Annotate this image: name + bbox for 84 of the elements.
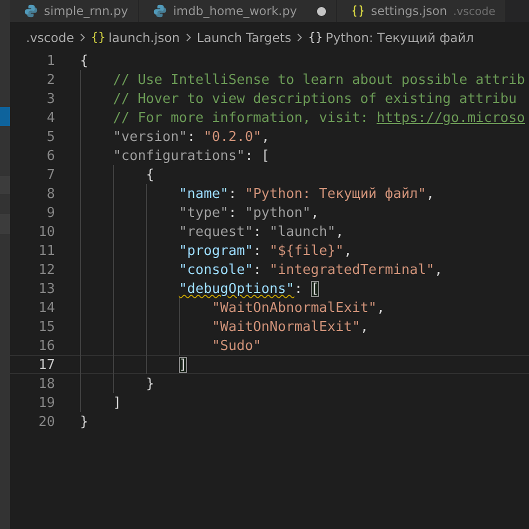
line-number: 14 (38, 299, 55, 316)
braces-icon: {} (91, 30, 106, 44)
code-punctuation: , (426, 186, 434, 202)
code-punctuation: : (228, 186, 238, 202)
code-comment: // Use IntelliSense to learn about possible attrib (112, 72, 525, 88)
line-number: 9 (46, 204, 55, 221)
code-punctuation: : (187, 129, 196, 145)
python-file-icon (153, 4, 168, 18)
line-number: 8 (46, 185, 55, 202)
line-number: 11 (38, 242, 55, 259)
line-number: 17 (38, 356, 55, 373)
code-punctuation: { (146, 167, 154, 183)
chevron-icon (184, 32, 192, 42)
tab-label: settings.json (370, 4, 448, 18)
code-key: "request" (178, 224, 254, 240)
code-punctuation: : (253, 224, 262, 240)
code-comment: // For more information, visit: (112, 110, 370, 126)
code-string: "WaitOnAbnormalExit" (212, 300, 377, 316)
line-number: 4 (46, 109, 55, 126)
line-number: 7 (46, 166, 55, 183)
code-punctuation: } (146, 376, 154, 392)
code-string: "WaitOnNormalExit" (212, 319, 360, 335)
code-link[interactable]: https://go.microso (376, 110, 526, 126)
code-punctuation: : [ (244, 148, 270, 164)
code-punctuation: , (310, 205, 320, 221)
line-number: 15 (38, 318, 55, 335)
code-comment: // Hover to view descriptions of existing attribu (112, 91, 517, 107)
code-string: "0.2.0" (204, 129, 262, 145)
breadcrumb-item[interactable]: Python: Текущий файл (326, 30, 474, 44)
code-punctuation: , (376, 300, 385, 316)
editor-tab[interactable]: imdb_home_work.py (139, 0, 337, 22)
code-key: "program" (178, 243, 254, 259)
code-key: "console" (178, 262, 254, 278)
code-key: "type" (178, 205, 228, 221)
breadcrumb-item[interactable]: .vscode (26, 30, 74, 44)
code-punctuation: [ (310, 281, 319, 297)
tab-label: imdb_home_work.py (173, 4, 297, 18)
code-string: "${file}" (270, 243, 344, 259)
line-number: 3 (46, 90, 55, 107)
editor-tab[interactable]: simple_rnn.py (10, 0, 140, 22)
code-punctuation: , (434, 262, 443, 278)
code-punctuation: , (344, 243, 352, 259)
code-punctuation: , (261, 129, 270, 145)
code-string: "Sudo" (212, 338, 262, 354)
line-number: 18 (38, 375, 55, 392)
breadcrumb-item[interactable]: launch.json (108, 30, 180, 44)
code-punctuation: } (80, 414, 88, 430)
line-number: 1 (46, 52, 55, 69)
line-number: 19 (38, 394, 55, 411)
code-string: "Python: Текущий файл" (244, 186, 426, 202)
code-punctuation: : (294, 281, 304, 297)
code-punctuation: : (253, 243, 262, 259)
chevron-icon (79, 32, 86, 42)
line-number: 13 (38, 280, 55, 297)
code-key: "version" (112, 129, 188, 145)
chevron-icon (296, 32, 304, 42)
line-number: 10 (38, 223, 55, 240)
code-string: "integratedTerminal" (270, 262, 434, 278)
code-string: "python" (244, 205, 311, 221)
code-punctuation: : (228, 205, 238, 221)
line-number: 2 (46, 71, 55, 88)
code-key: "name" (178, 186, 228, 202)
code-key: "debugOptions" (178, 281, 294, 297)
code-string: "launch" (270, 224, 336, 240)
code-punctuation: { (80, 53, 88, 69)
code-punctuation: , (335, 224, 344, 240)
tab-description: .vscode (453, 4, 496, 18)
breadcrumb-item[interactable]: Launch Targets (196, 30, 292, 44)
code-punctuation: : (253, 262, 262, 278)
code-punctuation: ] (178, 357, 188, 373)
line-number: 6 (46, 147, 55, 164)
code-punctuation: , (360, 319, 368, 335)
editor-tab[interactable]: settings.json .vscode (336, 0, 506, 22)
scroll-marker (0, 107, 10, 126)
python-file-icon (24, 4, 38, 18)
line-number: 5 (46, 128, 55, 145)
braces-icon: {} (308, 30, 323, 44)
json-braces-icon (350, 4, 365, 18)
line-number: 12 (38, 261, 55, 278)
line-number: 16 (38, 337, 55, 354)
tab-label: simple_rnn.py (44, 4, 128, 18)
code-key: "configurations" (112, 148, 245, 164)
code-punctuation: ] (112, 395, 122, 411)
line-number: 20 (38, 413, 55, 430)
